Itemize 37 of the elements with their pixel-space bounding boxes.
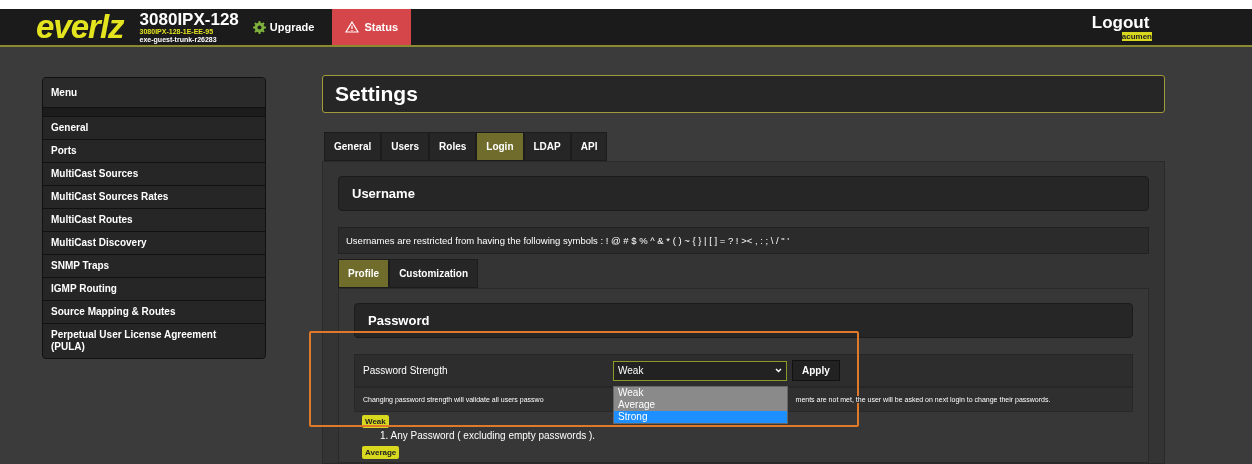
menu-item[interactable]: Ports [43,139,265,162]
menu-item[interactable]: MultiCast Sources Rates [43,185,265,208]
menu-item[interactable]: MultiCast Routes [43,208,265,231]
menu-item[interactable]: MultiCast Sources [43,162,265,185]
gear-icon [252,20,266,34]
strength-dropdown[interactable]: Weak [613,360,787,381]
username-note: Usernames are restricted from having the following symbols : ! @ # $ % ^ & * ( ) ~ { } | [ ] = ? ! >< , : ; \ / " ' [338,227,1149,254]
menu-item[interactable]: General [43,116,265,139]
field-label: Password Strength [363,365,449,376]
settings-tab[interactable]: Roles [429,132,477,161]
chevron-down-icon [775,368,782,373]
menu-item[interactable]: Source Mapping & Routes [43,300,265,323]
logo[interactable]: everlz [36,9,124,45]
status-button[interactable]: Status [332,9,412,45]
settings-tab[interactable]: API [570,132,608,161]
settings-tab[interactable]: LDAP [523,132,571,161]
section-header: Username [338,176,1149,211]
menu-item[interactable]: Perpetual User License Agreement (PULA) [43,323,265,358]
menu-item[interactable]: IGMP Routing [43,277,265,300]
warning-icon [345,21,360,33]
logout-link[interactable]: Logout [1091,13,1150,32]
settings-tab[interactable]: Users [381,132,430,161]
page-title: Settings [322,75,1165,113]
login-subtab[interactable]: Customization [389,259,478,288]
login-subtab[interactable]: Profile [338,259,390,288]
user-name: acumen [1121,32,1152,41]
menu-title: Menu [43,78,265,107]
menu-item[interactable]: MultiCast Discovery [43,231,265,254]
settings-tab[interactable]: Login [476,132,524,161]
strength-badge: Average [362,446,400,459]
settings-tab[interactable]: General [324,132,382,161]
rule-text: 1. Any Password ( excluding empty passwords ). [379,429,597,443]
device-model: 3080IPX-128 [139,10,239,28]
section-header: Password [354,303,1133,338]
menu-item[interactable]: SNMP Traps [43,254,265,277]
apply-button[interactable]: Apply [792,360,840,381]
upgrade-button[interactable]: Upgrade [252,9,315,45]
